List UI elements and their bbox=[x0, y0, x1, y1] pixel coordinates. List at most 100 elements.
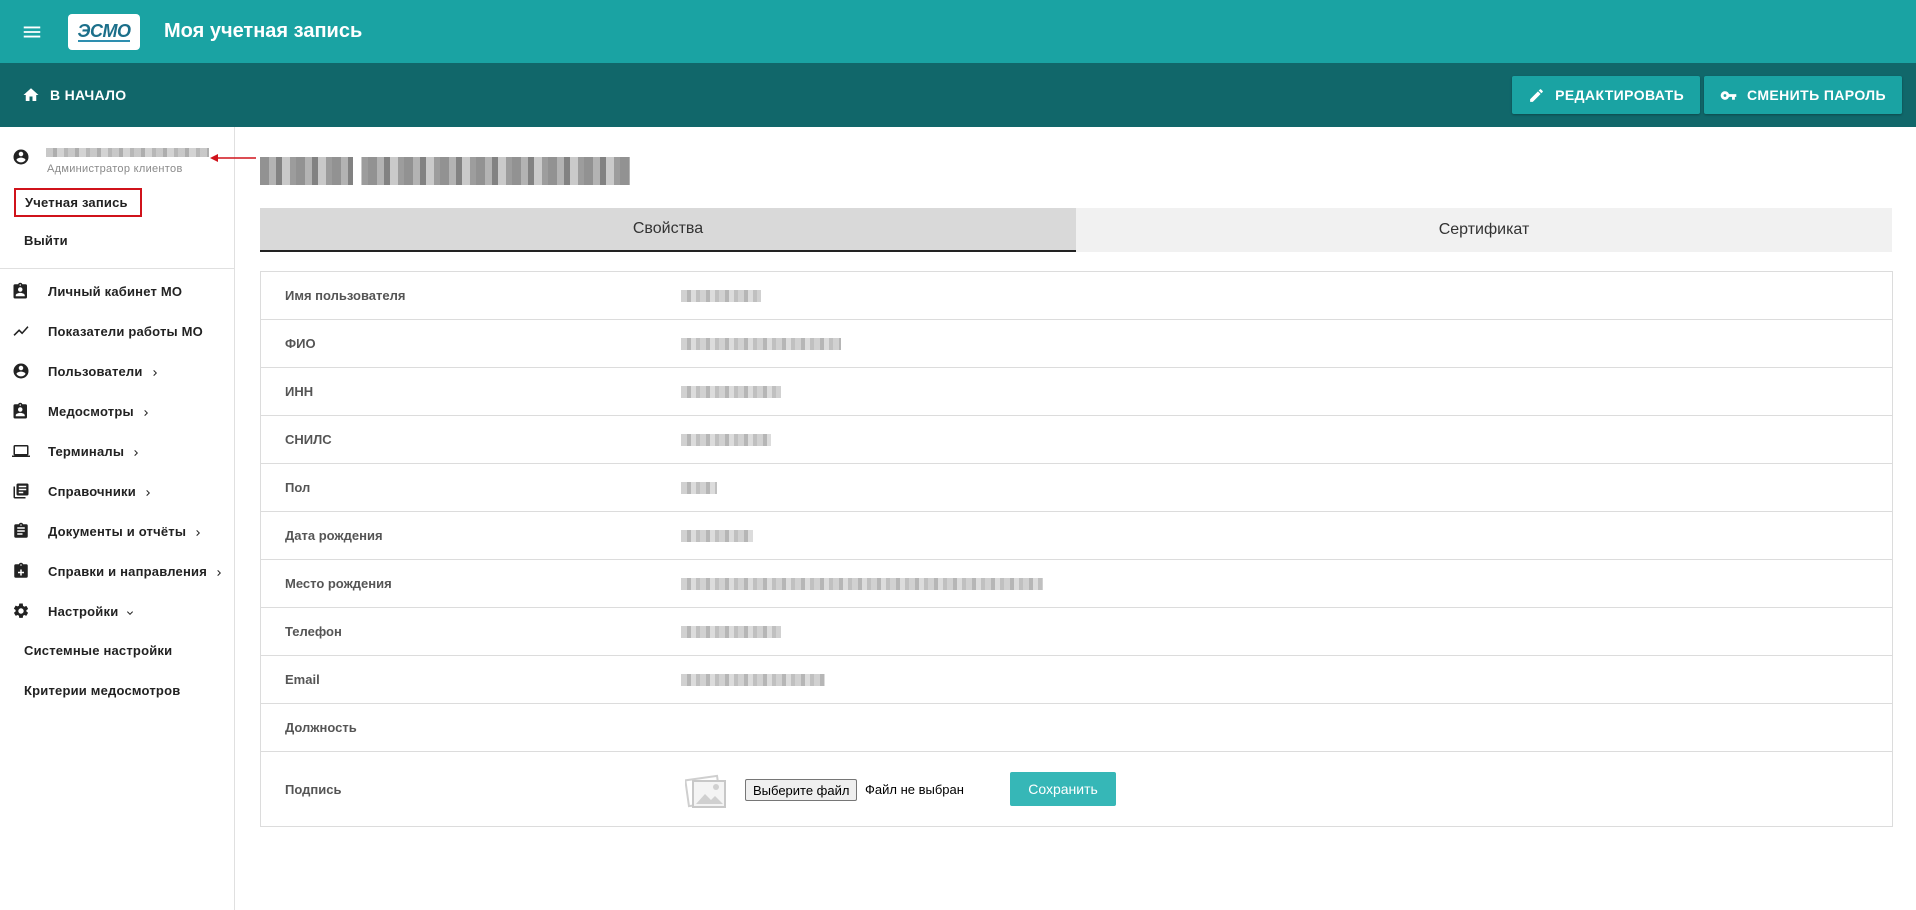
chevron-right-icon bbox=[152, 369, 157, 376]
sidebar-item-label: Пользователи bbox=[48, 363, 143, 379]
key-icon bbox=[1720, 90, 1737, 100]
property-value-redacted bbox=[681, 577, 1043, 590]
property-value-redacted bbox=[681, 529, 753, 542]
app-logo[interactable]: ЭСМО bbox=[68, 13, 140, 50]
change-password-button[interactable]: СМЕНИТЬ ПАРОЛЬ bbox=[1704, 76, 1902, 114]
laptop-icon bbox=[12, 445, 30, 457]
chevron-right-icon bbox=[144, 409, 148, 416]
chevron-right-icon bbox=[146, 489, 150, 496]
edit-button-label: РЕДАКТИРОВАТЬ bbox=[1555, 87, 1685, 103]
property-label: Пол bbox=[285, 480, 311, 495]
app-bar: ЭСМО Моя учетная запись bbox=[0, 0, 1916, 63]
image-placeholder-icon bbox=[685, 774, 726, 808]
user-name-redacted bbox=[46, 148, 209, 157]
chevron-right-icon bbox=[196, 529, 201, 536]
library-books-icon bbox=[13, 483, 29, 499]
sidebar-item-label: Документы и отчёты bbox=[48, 523, 187, 539]
change-password-label: СМЕНИТЬ ПАРОЛЬ bbox=[1747, 87, 1886, 103]
user-fullname-redacted bbox=[260, 157, 630, 185]
property-row-birthplace: Место рождения bbox=[261, 560, 1892, 608]
badge-icon bbox=[13, 282, 27, 299]
sidebar-item-documents-reports[interactable]: Документы и отчёты bbox=[0, 515, 235, 547]
property-row-fullname: ФИО bbox=[261, 320, 1892, 368]
property-label: ИНН bbox=[285, 384, 314, 399]
toolbar: В НАЧАЛО РЕДАКТИРОВАТЬ СМЕНИТЬ ПАРОЛЬ bbox=[0, 63, 1916, 127]
property-row-gender: Пол bbox=[261, 464, 1892, 512]
property-label: Место рождения bbox=[285, 576, 392, 591]
property-value-redacted bbox=[681, 481, 717, 494]
sidebar: Администратор клиентов Учетная запись Вы… bbox=[0, 127, 256, 910]
sidebar-item-mo-metrics[interactable]: Показатели работы МО bbox=[0, 315, 235, 347]
tabs: Свойства Сертификат bbox=[260, 208, 1892, 252]
user-block: Администратор клиентов bbox=[0, 127, 256, 177]
sidebar-item-label: Медосмотры bbox=[48, 403, 134, 419]
save-button[interactable]: Сохранить bbox=[1010, 772, 1116, 806]
sidebar-item-terminals[interactable]: Терминалы bbox=[0, 435, 235, 467]
sidebar-subitem-system-settings[interactable]: Системные настройки bbox=[24, 643, 172, 658]
property-row-phone: Телефон bbox=[261, 608, 1892, 656]
home-label: В НАЧАЛО bbox=[50, 87, 127, 103]
property-value-redacted bbox=[681, 385, 781, 398]
gear-icon bbox=[13, 603, 29, 618]
choose-file-button[interactable]: Выберите файл bbox=[745, 779, 858, 801]
medical-clipboard-icon bbox=[14, 562, 28, 578]
clipboard-icon bbox=[14, 522, 28, 538]
chevron-right-icon bbox=[217, 569, 221, 576]
property-label: СНИЛС bbox=[285, 432, 332, 447]
sidebar-item-certificates-referrals[interactable]: Справки и направления bbox=[0, 555, 235, 587]
sidebar-item-medical-exams[interactable]: Медосмотры bbox=[0, 395, 235, 427]
file-status: Файл не выбран bbox=[865, 782, 964, 797]
user-role: Администратор клиентов bbox=[47, 163, 183, 175]
sidebar-item-label: Настройки bbox=[48, 603, 119, 619]
property-value-redacted bbox=[681, 433, 771, 446]
home-link[interactable]: В НАЧАЛО bbox=[22, 86, 126, 104]
hamburger-icon bbox=[23, 26, 41, 37]
account-circle-icon bbox=[13, 149, 29, 165]
toolbar-actions: РЕДАКТИРОВАТЬ СМЕНИТЬ ПАРОЛЬ bbox=[1512, 76, 1902, 114]
sidebar-item-label: Показатели работы МО bbox=[48, 323, 203, 339]
sidebar-item-label: Справки и направления bbox=[48, 563, 207, 579]
sidebar-item-reference-books[interactable]: Справочники bbox=[0, 475, 235, 507]
sidebar-item-label: Справочники bbox=[48, 483, 136, 499]
sidebar-item-settings[interactable]: Настройки bbox=[0, 595, 235, 627]
property-label: ФИО bbox=[285, 336, 316, 351]
property-value-redacted bbox=[681, 673, 825, 686]
pencil-icon bbox=[1530, 88, 1543, 102]
trending-icon bbox=[13, 326, 29, 336]
sidebar-item-mo-cabinet[interactable]: Личный кабинет МО bbox=[0, 275, 235, 307]
medical-badge-icon bbox=[13, 402, 27, 419]
properties-table: Имя пользователя ФИО ИНН СНИЛС Пол Дата … bbox=[260, 271, 1893, 827]
chevron-down-icon bbox=[127, 610, 134, 615]
sidebar-item-label: Личный кабинет МО bbox=[48, 283, 183, 299]
tab-certificate[interactable]: Сертификат bbox=[1076, 208, 1892, 252]
property-label: Телефон bbox=[285, 624, 342, 639]
property-row-email: Email bbox=[261, 656, 1892, 704]
property-label: Email bbox=[285, 672, 320, 687]
property-row-username: Имя пользователя bbox=[261, 272, 1892, 320]
property-row-position: Должность bbox=[261, 704, 1892, 752]
page-title: Моя учетная запись bbox=[164, 20, 363, 42]
chevron-right-icon bbox=[134, 449, 139, 456]
tab-properties[interactable]: Свойства bbox=[260, 208, 1076, 252]
property-row-birthdate: Дата рождения bbox=[261, 512, 1892, 560]
account-link[interactable]: Учетная запись bbox=[14, 188, 142, 217]
property-value-redacted bbox=[681, 337, 841, 350]
sidebar-divider bbox=[0, 268, 235, 269]
menu-button[interactable] bbox=[0, 0, 64, 63]
edit-button[interactable]: РЕДАКТИРОВАТЬ bbox=[1512, 76, 1701, 114]
property-label: Подпись bbox=[285, 781, 342, 797]
account-circle-icon bbox=[13, 363, 29, 379]
property-value-redacted bbox=[681, 625, 781, 638]
logout-link[interactable]: Выйти bbox=[24, 233, 68, 248]
property-label: Дата рождения bbox=[285, 528, 383, 543]
sidebar-item-users[interactable]: Пользователи bbox=[0, 355, 235, 387]
property-row-inn: ИНН bbox=[261, 368, 1892, 416]
logo-text: ЭСМО bbox=[77, 20, 131, 42]
property-label: Должность bbox=[285, 720, 357, 735]
property-row-snils: СНИЛС bbox=[261, 416, 1892, 464]
sidebar-subitem-exam-criteria[interactable]: Критерии медосмотров bbox=[24, 683, 180, 698]
sidebar-item-label: Терминалы bbox=[48, 443, 125, 459]
property-label: Имя пользователя bbox=[285, 288, 406, 303]
property-row-signature: Подпись Выберите файл Файл не выбран Сох… bbox=[261, 752, 1892, 826]
home-icon bbox=[23, 88, 39, 101]
